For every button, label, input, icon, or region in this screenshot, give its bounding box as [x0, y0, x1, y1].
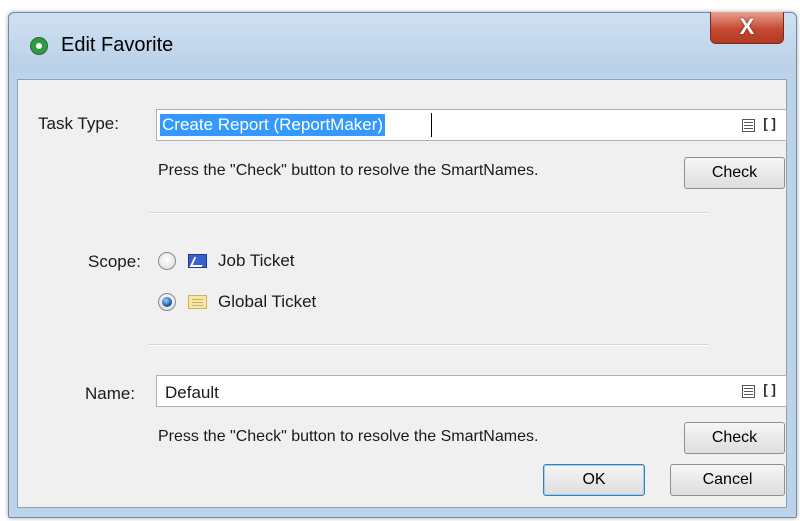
app-gear-icon — [30, 37, 48, 55]
text-caret — [431, 113, 432, 137]
name-field-icons: [] — [742, 384, 778, 399]
task-type-check-button[interactable]: Check — [684, 157, 785, 189]
job-ticket-radio[interactable] — [158, 252, 176, 270]
global-ticket-label[interactable]: Global Ticket — [218, 292, 316, 312]
scope-label: Scope: — [88, 252, 141, 271]
job-ticket-icon — [188, 254, 207, 268]
dialog-content: Task Type: Create Report (ReportMaker) [… — [17, 79, 787, 508]
dialog-title: Edit Favorite — [61, 34, 174, 56]
task-type-label: Task Type: — [38, 114, 119, 133]
separator-bottom — [149, 344, 709, 346]
ok-button[interactable]: OK — [543, 464, 645, 496]
name-check-button[interactable]: Check — [684, 422, 785, 454]
task-type-field[interactable]: Create Report (ReportMaker) [] — [156, 109, 787, 141]
global-ticket-icon — [188, 295, 207, 309]
separator-top — [149, 212, 709, 214]
document-list-icon[interactable] — [742, 119, 756, 132]
name-value: Default — [165, 383, 219, 402]
bracket-icon[interactable]: [] — [761, 384, 778, 399]
title-bar[interactable]: Edit Favorite — [9, 13, 796, 73]
name-label: Name: — [85, 384, 136, 403]
document-list-icon[interactable] — [742, 385, 756, 398]
task-type-hint: Press the "Check" button to resolve the … — [158, 162, 539, 179]
global-ticket-radio[interactable] — [158, 293, 176, 311]
task-type-field-icons: [] — [742, 118, 778, 133]
job-ticket-label[interactable]: Job Ticket — [218, 251, 295, 271]
close-button[interactable]: X — [710, 12, 784, 44]
name-field[interactable]: Default [] — [156, 375, 787, 407]
edit-favorite-dialog: Edit Favorite X Task Type: Create Report… — [8, 12, 797, 518]
cancel-button[interactable]: Cancel — [670, 464, 785, 496]
task-type-value: Create Report (ReportMaker) — [160, 114, 386, 136]
bracket-icon[interactable]: [] — [761, 118, 778, 133]
name-hint: Press the "Check" button to resolve the … — [158, 428, 539, 445]
